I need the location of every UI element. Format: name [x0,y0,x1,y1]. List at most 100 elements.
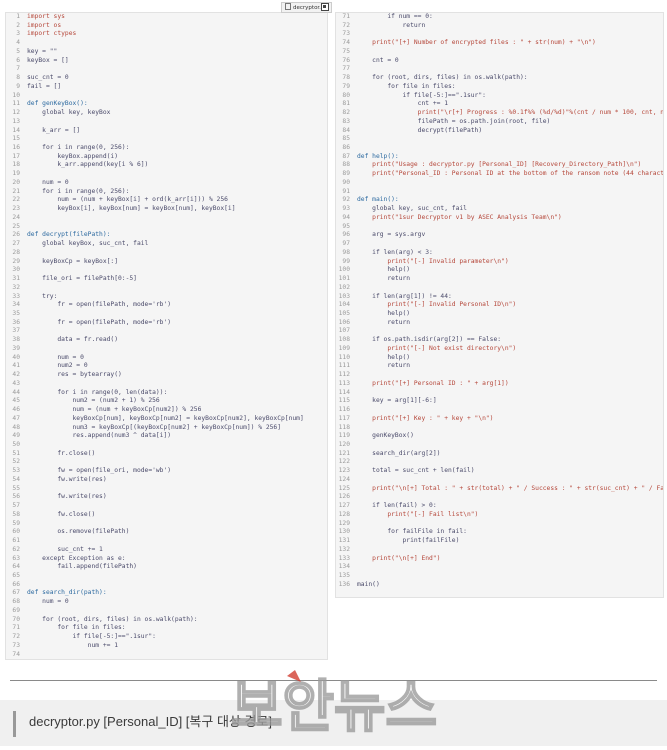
code-text: import ctypes [27,30,77,38]
code-text: genKeyBox() [357,432,414,440]
line-number: 13 [12,117,20,125]
line-number: 86 [342,144,350,152]
code-line: 24 [6,214,327,223]
line-number: 12 [12,109,20,117]
code-line: 88 print("Usage : decryptor.py [Personal… [336,161,663,170]
code-line: 75 [336,48,663,57]
code-line: 74 [6,650,327,659]
line-number: 74 [12,650,20,658]
code-text: main() [357,580,380,588]
code-text: suc_cnt = 0 [27,74,69,82]
code-line: 45 num2 = (num2 + 1) % 256 [6,397,327,406]
line-number: 31 [12,275,20,283]
code-line: 16 for i in range(0, 256): [6,144,327,153]
line-number: 50 [12,440,20,448]
copy-icon[interactable] [321,3,329,11]
code-line: 46 num = (num + keyBoxCp[num2]) % 256 [6,406,327,415]
line-number: 36 [12,318,20,326]
code-text: for (root, dirs, files) in os.walk(path)… [27,615,198,623]
code-line: 42 res = bytearray() [6,371,327,380]
code-line: 124 [336,476,663,485]
code-text: cnt = 0 [357,56,399,64]
code-line: 135 [336,572,663,581]
line-number: 71 [12,624,20,632]
line-number: 100 [338,266,350,274]
code-text: print("Personal_ID : Personal ID at the … [357,170,664,178]
line-number: 92 [342,196,350,204]
code-text: filePath = os.path.join(root, file) [357,117,551,125]
code-line: 93 global key, suc_cnt, fail [336,205,663,214]
code-line: 14 k_arr = [] [6,127,327,136]
code-text: for file in files: [27,624,126,632]
line-number: 121 [338,449,350,457]
code-text: if file[-5:]==".1sur": [27,633,156,641]
code-line: 78 for (root, dirs, files) in os.walk(pa… [336,74,663,83]
code-line: 30 [6,266,327,275]
line-number: 3 [16,30,20,38]
code-line: 23 keyBox[i], keyBox[num] = keyBox[num],… [6,205,327,214]
code-line: 36 fr = open(filePath, mode='rb') [6,319,327,328]
code-line: 60 os.remove(filePath) [6,528,327,537]
line-number: 20 [12,178,20,186]
code-line: 130 for failFile in fail: [336,528,663,537]
code-text: help() [357,309,411,317]
code-text: return [357,362,411,370]
line-number: 98 [342,248,350,256]
line-number: 130 [338,528,350,536]
line-number: 9 [16,82,20,90]
code-text: print("[-] Not exist directory\n") [357,344,517,352]
line-number: 103 [338,292,350,300]
line-number: 38 [12,336,20,344]
code-line: 100 help() [336,266,663,275]
line-number: 69 [12,606,20,614]
code-text: if file[-5:]==".1sur": [357,91,486,99]
code-text: import sys [27,13,65,20]
code-line: 54 fw.write(res) [6,476,327,485]
code-line: 34 fr = open(filePath, mode='rb') [6,301,327,310]
code-line: 40 num = 0 [6,354,327,363]
code-line: 119 genKeyBox() [336,432,663,441]
line-number: 30 [12,266,20,274]
code-line: 49 res.append(num3 ^ data[i]) [6,432,327,441]
code-text: if os.path.isdir(arg[2]) == False: [357,336,502,344]
line-number: 135 [338,572,350,579]
code-line: 117 print("[+] Key : " + key + "\n") [336,415,663,424]
line-number: 99 [342,257,350,265]
code-text: num += 1 [27,641,118,649]
code-line: 19 [6,170,327,179]
code-text: res = bytearray() [27,371,122,379]
code-line: 99 print("[-] Invalid parameter\n") [336,258,663,267]
line-number: 126 [338,493,350,501]
line-number: 67 [12,589,20,597]
code-text: print("[+] Key : " + key + "\n") [357,414,494,422]
code-line: 66 [6,581,327,590]
code-line: 74 print("[+] Number of encrypted files … [336,39,663,48]
line-number: 93 [342,205,350,213]
code-text: keyBox = [] [27,56,69,64]
code-line: 91 [336,188,663,197]
code-line: 122 [336,458,663,467]
line-number: 19 [12,170,20,178]
code-text: print("[-] Fail list\n") [357,510,479,518]
line-number: 114 [338,388,350,396]
code-line: 126 [336,493,663,502]
code-line: 53 fw = open(file_ori, mode='wb') [6,467,327,476]
line-number: 71 [342,13,350,20]
line-number: 45 [12,397,20,405]
code-text: for i in range(0, 256): [27,144,130,152]
line-number: 77 [342,65,350,73]
code-line: 113 print("[+] Personal ID : " + arg[1]) [336,380,663,389]
line-number: 4 [16,39,20,47]
line-number: 62 [12,545,20,553]
code-line: 33 try: [6,293,327,302]
code-line: 17 keyBox.append(i) [6,153,327,162]
code-line: 28 [6,249,327,258]
code-text: key = "" [27,47,58,55]
line-number: 22 [12,196,20,204]
code-text: global key, suc_cnt, fail [357,205,467,213]
code-line: 101 return [336,275,663,284]
code-line: 35 [6,310,327,319]
line-number: 64 [12,563,20,571]
code-line: 89 print("Personal_ID : Personal ID at t… [336,170,663,179]
line-number: 32 [12,283,20,291]
